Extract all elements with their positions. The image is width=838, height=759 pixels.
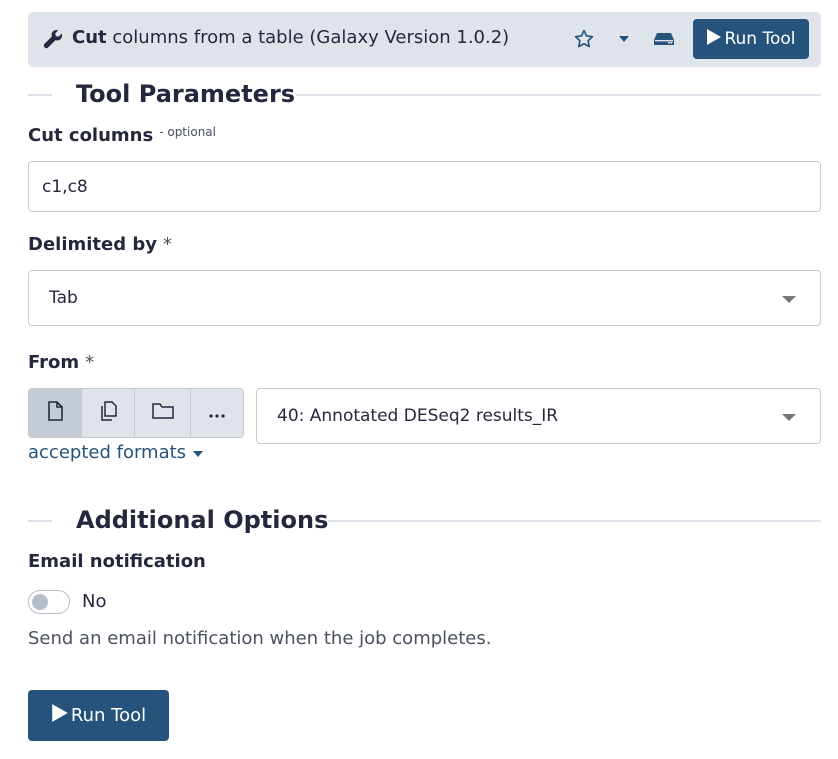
play-icon <box>51 703 69 728</box>
optional-hint: - optional <box>159 125 216 139</box>
play-icon <box>706 28 722 51</box>
cut-columns-label: Cut columns - optional <box>28 125 216 146</box>
accepted-formats-link[interactable]: accepted formats <box>28 442 204 463</box>
dataset-collection-button[interactable] <box>135 389 192 437</box>
additional-options-heading: Additional Options <box>28 506 821 536</box>
toggle-knob <box>32 594 48 610</box>
accepted-formats-label: accepted formats <box>28 442 187 463</box>
run-tool-button-bottom[interactable]: Run Tool <box>28 690 169 741</box>
wrench-icon <box>42 28 64 50</box>
caret-down-icon[interactable] <box>613 28 635 50</box>
hdd-icon[interactable] <box>653 28 675 50</box>
run-tool-label: Run Tool <box>724 29 796 49</box>
delimited-by-label-text: Delimited by <box>28 234 157 255</box>
run-tool-label: Run Tool <box>70 705 147 726</box>
required-marker: * <box>163 234 172 255</box>
from-label-text: From <box>28 352 80 373</box>
email-notification-label: Email notification <box>28 551 206 572</box>
chevron-down-icon <box>782 296 796 303</box>
star-icon[interactable] <box>573 28 595 50</box>
multiple-datasets-button[interactable] <box>81 389 136 437</box>
dataset-collection-icon <box>152 402 174 424</box>
delimited-by-select[interactable]: Tab <box>28 270 821 326</box>
run-tool-button-top[interactable]: Run Tool <box>693 19 809 59</box>
multiple-datasets-icon <box>99 401 117 425</box>
section-title: Additional Options <box>76 506 329 534</box>
divider <box>296 94 821 96</box>
tool-name: Cut <box>72 27 107 48</box>
cut-columns-label-text: Cut columns <box>28 125 154 146</box>
from-dataset-value: 40: Annotated DESeq2 results_IR <box>277 406 559 426</box>
section-title: Tool Parameters <box>76 80 296 108</box>
tool-header: Cut columns from a table (Galaxy Version… <box>28 12 821 67</box>
dataset-source-buttons <box>28 388 244 438</box>
single-dataset-button[interactable] <box>29 389 82 437</box>
delimited-by-label: Delimited by * <box>28 234 172 255</box>
more-options-button[interactable] <box>191 389 243 437</box>
email-help-text: Send an email notification when the job … <box>28 628 492 649</box>
tool-title: Cut columns from a table (Galaxy Version… <box>72 27 509 48</box>
divider <box>28 94 52 96</box>
single-dataset-icon <box>47 401 63 425</box>
email-toggle-label: No <box>82 591 107 612</box>
required-marker: * <box>85 352 95 373</box>
from-dataset-select[interactable]: 40: Annotated DESeq2 results_IR <box>256 388 821 444</box>
chevron-down-icon <box>782 414 796 421</box>
caret-down-icon <box>192 442 204 463</box>
cut-columns-input[interactable]: c1,c8 <box>28 161 821 212</box>
cut-columns-value: c1,c8 <box>42 176 88 197</box>
delimited-by-value: Tab <box>49 288 78 308</box>
divider <box>28 520 52 522</box>
tool-description: columns from a table (Galaxy Version 1.0… <box>112 27 510 48</box>
tool-parameters-heading: Tool Parameters <box>28 80 821 110</box>
more-options-icon <box>209 404 225 423</box>
from-label: From * <box>28 352 94 373</box>
divider <box>328 520 821 522</box>
email-notification-toggle[interactable] <box>28 590 70 614</box>
